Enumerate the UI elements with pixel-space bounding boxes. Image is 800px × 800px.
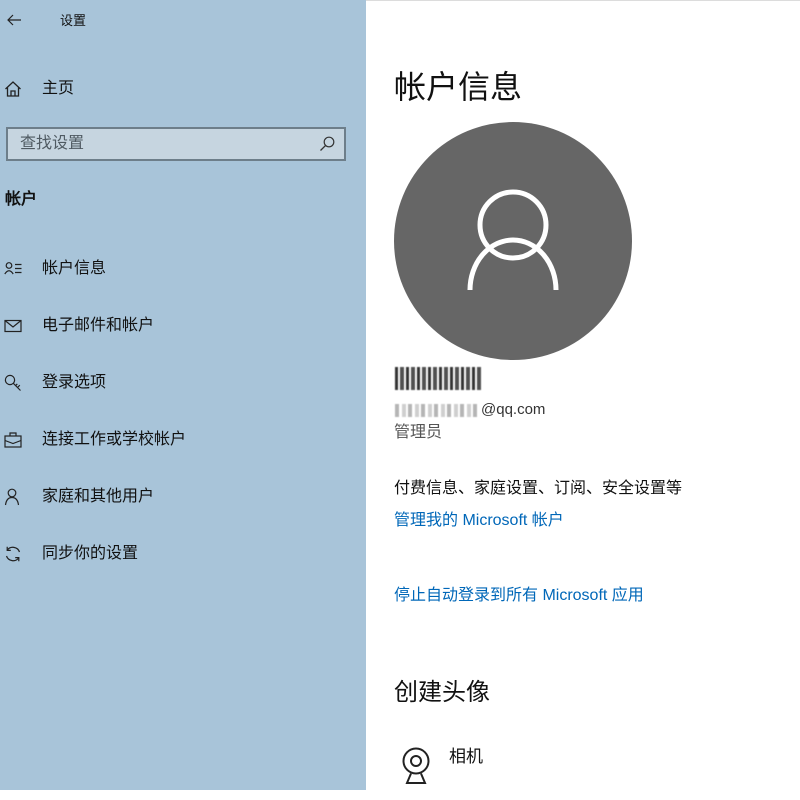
mail-icon: [4, 319, 22, 333]
sidebar-item-label: 同步你的设置: [42, 545, 139, 562]
camera-button[interactable]: 相机: [394, 740, 534, 788]
window-title: 设置: [60, 13, 87, 28]
section-title: 帐户: [5, 191, 38, 208]
camera-label: 相机: [449, 747, 483, 766]
sidebar: 设置 主页 帐户 帐户信息 电子邮件和帐户 登录选项: [0, 0, 366, 790]
sidebar-item-home[interactable]: 主页: [0, 69, 366, 109]
redacted-username: [395, 367, 481, 390]
sidebar-item-work-school[interactable]: 连接工作或学校帐户: [0, 420, 366, 460]
briefcase-icon: [4, 432, 22, 448]
create-avatar-heading: 创建头像: [394, 679, 490, 706]
avatar: [394, 122, 632, 360]
camera-icon: [402, 747, 430, 784]
sidebar-item-email-accounts[interactable]: 电子邮件和帐户: [0, 306, 366, 346]
sidebar-item-label: 登录选项: [42, 374, 107, 391]
user-avatar-icon: [467, 189, 559, 291]
sidebar-item-sign-in-options[interactable]: 登录选项: [0, 363, 366, 403]
account-description: 付费信息、家庭设置、订阅、安全设置等: [394, 480, 683, 497]
divider: [366, 0, 800, 1]
search-icon[interactable]: [318, 135, 336, 153]
manage-microsoft-account-link[interactable]: 管理我的 Microsoft 帐户: [394, 511, 564, 531]
sidebar-item-family-users[interactable]: 家庭和其他用户: [0, 477, 366, 517]
sidebar-item-sync-settings[interactable]: 同步你的设置: [0, 534, 366, 574]
sidebar-item-label: 家庭和其他用户: [42, 488, 155, 505]
key-icon: [4, 374, 21, 391]
stop-auto-sign-in-link[interactable]: 停止自动登录到所有 Microsoft 应用: [394, 586, 644, 606]
person-icon: [4, 488, 20, 506]
sidebar-item-label: 帐户信息: [42, 260, 107, 277]
account-role: 管理员: [394, 424, 443, 441]
page-title: 帐户信息: [394, 69, 523, 105]
redacted-email-prefix: [395, 404, 479, 417]
sidebar-item-label: 电子邮件和帐户: [42, 317, 155, 334]
sidebar-item-label: 主页: [42, 80, 75, 97]
account-info-icon: [4, 262, 22, 275]
account-email: @qq.com: [481, 401, 546, 418]
sidebar-item-account-info[interactable]: 帐户信息: [0, 249, 366, 289]
sidebar-item-label: 连接工作或学校帐户: [42, 431, 187, 448]
home-icon: [5, 81, 21, 97]
search-input[interactable]: [6, 127, 346, 161]
back-button[interactable]: [2, 8, 28, 32]
back-arrow-icon: [7, 14, 21, 26]
sync-icon: [5, 546, 21, 562]
